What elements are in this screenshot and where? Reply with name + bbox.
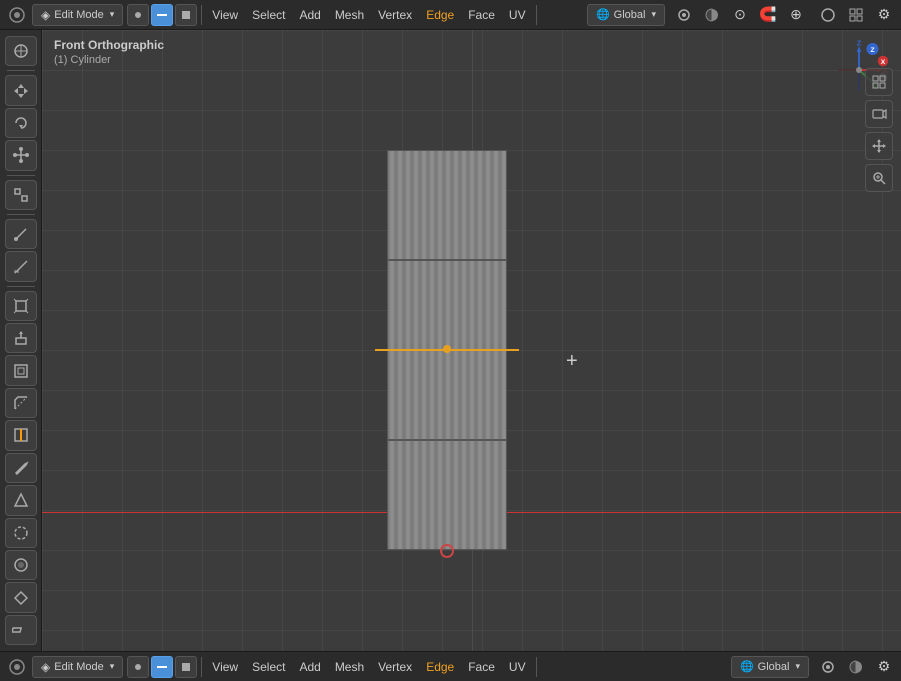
sidebar-sep3 <box>7 214 35 215</box>
left-sidebar <box>0 30 42 651</box>
bottom-edit-mode-icon: ◈ <box>41 660 50 674</box>
mesh-menu[interactable]: Mesh <box>329 4 370 26</box>
uv-menu[interactable]: UV <box>503 4 532 26</box>
tool-smooth[interactable] <box>5 550 37 580</box>
snapping-toggle[interactable]: 🧲 <box>755 2 781 28</box>
bottom-mode-selector[interactable]: ◈ Edit Mode ▾ <box>32 656 123 678</box>
scene-icon[interactable] <box>815 2 841 28</box>
mode-label: Edit Mode <box>54 9 104 21</box>
tool-bevel[interactable] <box>5 388 37 418</box>
viewport-icon[interactable] <box>843 2 869 28</box>
bottom-vertex-select[interactable] <box>127 656 149 678</box>
vertex-select-icon[interactable] <box>127 4 149 26</box>
vertex-menu[interactable]: Vertex <box>372 4 418 26</box>
tool-shear[interactable] <box>5 615 37 645</box>
sidebar-sep4 <box>7 286 35 287</box>
bottom-toolbar: ◈ Edit Mode ▾ View Select Add Mesh Verte… <box>0 651 901 681</box>
tool-rotate[interactable] <box>5 108 37 138</box>
bottom-mode-label: Edit Mode <box>54 661 104 673</box>
bottom-shading-btn[interactable] <box>843 654 869 680</box>
gizmo-toggle[interactable]: ⊙ <box>727 2 753 28</box>
cylinder-top-segment <box>387 150 507 260</box>
bottom-select-menu[interactable]: Select <box>246 656 291 678</box>
sep2 <box>536 5 537 25</box>
svg-text:Z: Z <box>870 47 874 54</box>
tool-inset[interactable] <box>5 355 37 385</box>
bottom-vertex-menu[interactable]: Vertex <box>372 656 418 678</box>
cylinder-mesh <box>387 150 507 550</box>
blender-icon[interactable] <box>4 2 30 28</box>
tool-cursor[interactable] <box>5 36 37 66</box>
viewport-overlay-icons <box>865 68 893 192</box>
bottom-transform-icon: 🌐 <box>740 660 754 673</box>
bottom-transform-label: Global <box>758 661 790 673</box>
tool-knife[interactable] <box>5 453 37 483</box>
view-menu[interactable]: View <box>206 4 244 26</box>
tool-loop-cut[interactable] <box>5 420 37 450</box>
edge-menu[interactable]: Edge <box>420 4 460 26</box>
tool-poly-build[interactable] <box>5 485 37 515</box>
bottom-face-select[interactable] <box>175 656 197 678</box>
bottom-settings-icon[interactable]: ⚙ <box>871 654 897 680</box>
cylinder-edge-2 <box>387 439 507 440</box>
bottom-sep1 <box>201 657 202 677</box>
sidebar-sep1 <box>7 70 35 71</box>
grid-icon-btn[interactable] <box>865 68 893 96</box>
bottom-view-menu[interactable]: View <box>206 656 244 678</box>
selected-vertex-dot <box>443 345 451 353</box>
tool-extrude[interactable] <box>5 323 37 353</box>
cylinder-bot-segment <box>387 440 507 550</box>
bottom-edge-menu[interactable]: Edge <box>420 656 460 678</box>
transform-selector[interactable]: 🌐 Global ▾ <box>587 4 665 26</box>
tool-spin[interactable] <box>5 518 37 548</box>
mode-arrow: ▾ <box>110 9 115 20</box>
transform-label: Global <box>614 9 646 21</box>
zoom-icon-btn[interactable] <box>865 164 893 192</box>
bottom-edge-select[interactable] <box>151 656 173 678</box>
edge-select-icon[interactable] <box>151 4 173 26</box>
pan-icon-btn[interactable] <box>865 132 893 160</box>
svg-text:X: X <box>881 59 886 66</box>
cylinder-edge-1 <box>387 260 507 261</box>
face-select-icon[interactable] <box>175 4 197 26</box>
viewport[interactable]: Front Orthographic (1) Cylinder + Z <box>42 30 901 651</box>
tool-transform[interactable] <box>5 180 37 210</box>
mode-selector[interactable]: ◈ Edit Mode ▾ <box>32 4 123 26</box>
tool-move[interactable] <box>5 75 37 105</box>
tool-add-cube[interactable] <box>5 291 37 321</box>
bottom-sep2 <box>536 657 537 677</box>
face-menu[interactable]: Face <box>462 4 501 26</box>
overlay-dropdown[interactable] <box>671 2 697 28</box>
bottom-transform-selector[interactable]: 🌐 Global ▾ <box>731 656 809 678</box>
proportional-toggle[interactable]: ⊕ <box>783 2 809 28</box>
tool-shrink[interactable] <box>5 582 37 612</box>
sidebar-sep2 <box>7 175 35 176</box>
tool-measure[interactable] <box>5 251 37 281</box>
shading-selector[interactable] <box>699 2 725 28</box>
tool-scale[interactable] <box>5 140 37 170</box>
bottom-blender-icon[interactable] <box>4 654 30 680</box>
svg-text:Z: Z <box>857 40 862 47</box>
origin-circle <box>440 544 454 558</box>
transform-icon: 🌐 <box>596 8 610 21</box>
top-toolbar: ◈ Edit Mode ▾ View Select Add Mesh Verte… <box>0 0 901 30</box>
add-menu[interactable]: Add <box>293 4 326 26</box>
edit-mode-icon: ◈ <box>41 8 50 22</box>
select-menu[interactable]: Select <box>246 4 291 26</box>
bottom-face-menu[interactable]: Face <box>462 656 501 678</box>
camera-icon-btn[interactable] <box>865 100 893 128</box>
bottom-mesh-menu[interactable]: Mesh <box>329 656 370 678</box>
tool-annotate[interactable] <box>5 219 37 249</box>
bottom-overlay-btn[interactable] <box>815 654 841 680</box>
bottom-uv-menu[interactable]: UV <box>503 656 532 678</box>
sep1 <box>201 5 202 25</box>
settings-icon[interactable]: ⚙ <box>871 2 897 28</box>
bottom-add-menu[interactable]: Add <box>293 656 326 678</box>
